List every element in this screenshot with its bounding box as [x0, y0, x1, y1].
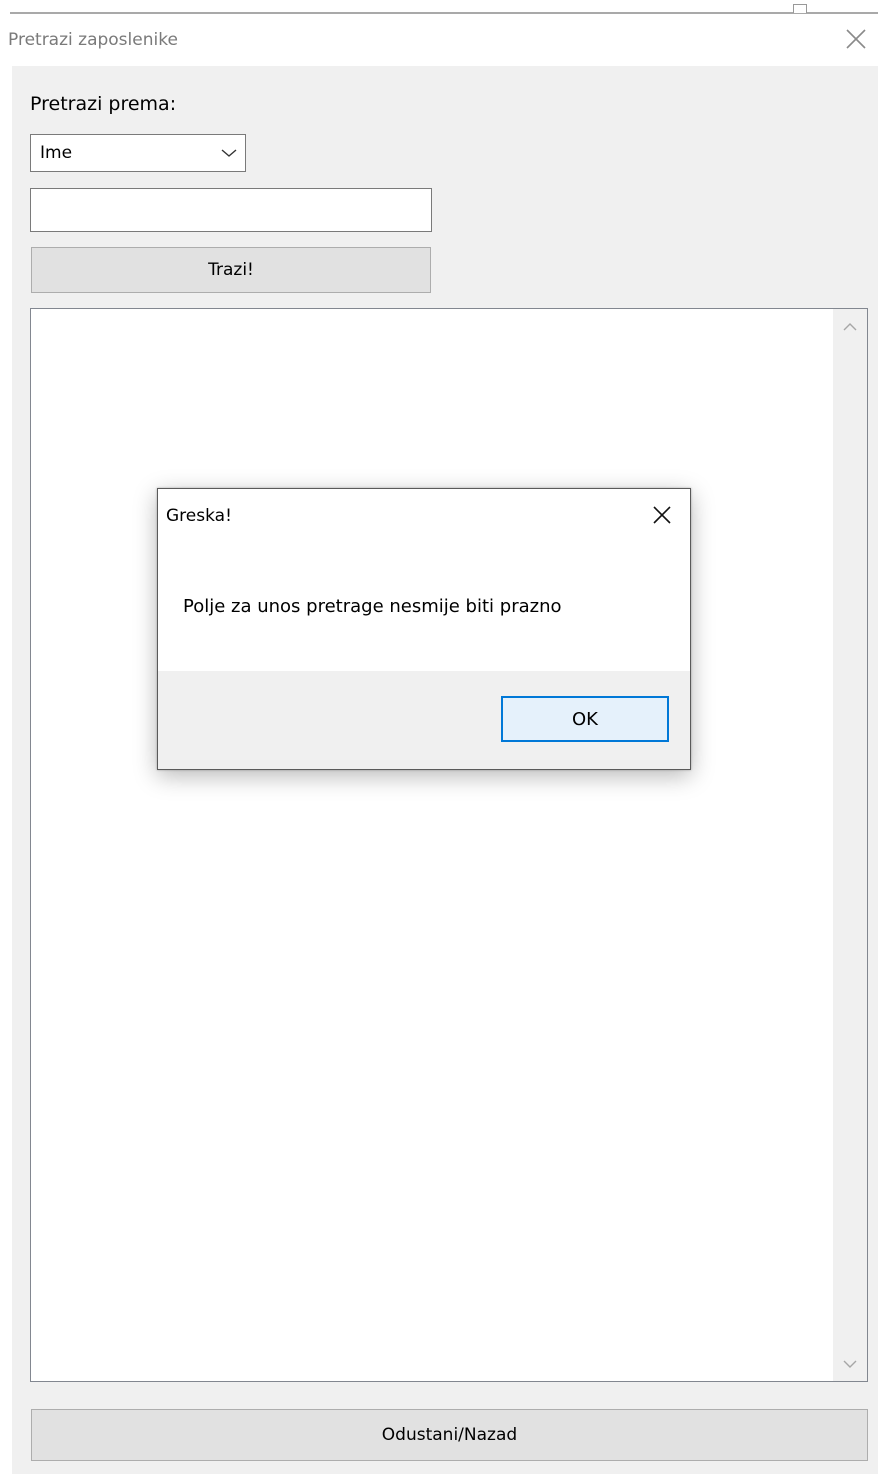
search-by-label: Pretrazi prema:: [30, 93, 177, 115]
dialog-message: Polje za unos pretrage nesmije biti praz…: [183, 596, 562, 617]
background-window-control: [793, 4, 807, 13]
close-icon: [653, 506, 671, 524]
scroll-up-button[interactable]: [833, 309, 867, 343]
background-window-edge: [0, 0, 878, 14]
search-by-dropdown[interactable]: Ime: [30, 134, 246, 172]
chevron-down-icon: [843, 1360, 857, 1368]
window-close-button[interactable]: [844, 26, 868, 52]
window-left-edge: [0, 66, 12, 1474]
close-icon: [846, 29, 866, 49]
dialog-title: Greska!: [166, 506, 232, 526]
window-title: Pretrazi zaposlenike: [8, 30, 178, 50]
search-button[interactable]: Trazi!: [31, 247, 431, 293]
dialog-button-bar: OK: [158, 671, 690, 769]
chevron-down-icon: [221, 149, 237, 157]
results-scrollbar[interactable]: [833, 309, 867, 1381]
search-by-selected-value: Ime: [40, 143, 73, 163]
dialog-close-button[interactable]: [650, 503, 674, 527]
chevron-up-icon: [843, 322, 857, 330]
scroll-down-button[interactable]: [833, 1347, 867, 1381]
search-input[interactable]: [30, 188, 432, 232]
back-button[interactable]: Odustani/Nazad: [31, 1409, 868, 1461]
window-titlebar: Pretrazi zaposlenike: [0, 14, 878, 66]
error-dialog: Greska! Polje za unos pretrage nesmije b…: [157, 488, 691, 770]
ok-button[interactable]: OK: [501, 696, 669, 742]
results-list[interactable]: [30, 308, 868, 1382]
